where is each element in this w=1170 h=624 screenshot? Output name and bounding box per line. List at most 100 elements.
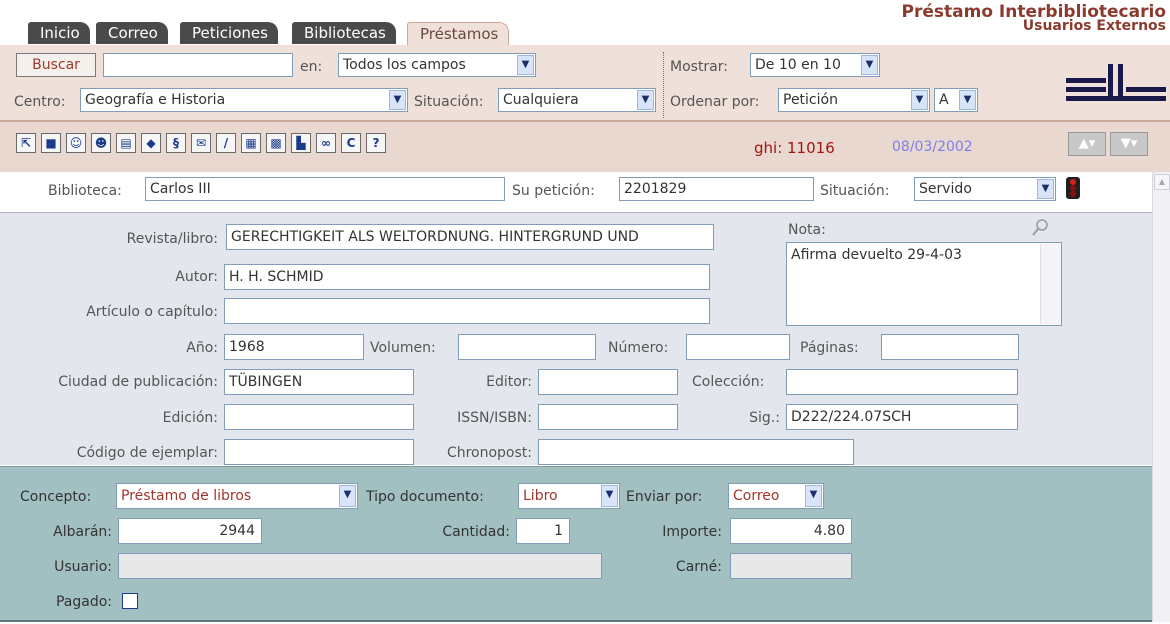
- sig-field[interactable]: D222/224.07SCH: [786, 404, 1018, 430]
- tab-peticiones[interactable]: Peticiones: [180, 22, 278, 44]
- request-field[interactable]: 2201829: [619, 177, 814, 201]
- scroll-icon[interactable]: §: [166, 133, 186, 153]
- send-by-value: Correo: [733, 488, 780, 504]
- paid-checkbox[interactable]: [122, 593, 138, 609]
- chronopost-label: Chronopost:: [446, 445, 532, 461]
- order-select[interactable]: Petición ▼: [778, 88, 930, 112]
- tab-prestamos[interactable]: Préstamos: [407, 22, 510, 45]
- magnifier-icon[interactable]: [1030, 218, 1050, 238]
- amount-field[interactable]: 4.80: [730, 518, 852, 544]
- chevron-down-icon[interactable]: ▼: [1037, 179, 1054, 199]
- scroll-up-icon[interactable]: ▲: [1154, 174, 1170, 190]
- calendar-icon[interactable]: ▩: [266, 133, 286, 153]
- status-filter-value: Cualquiera: [503, 92, 579, 108]
- concept-value: Préstamo de libros: [121, 488, 252, 504]
- chevron-down-icon[interactable]: ▼: [601, 485, 618, 507]
- page-scrollbar[interactable]: [1152, 172, 1170, 622]
- mail-icon[interactable]: ✉: [191, 133, 211, 153]
- delivery-field[interactable]: 2944: [118, 518, 262, 544]
- help-icon[interactable]: ?: [366, 133, 386, 153]
- tab-correo[interactable]: Correo: [96, 22, 168, 44]
- search-users-icon[interactable]: ☺: [66, 133, 86, 153]
- issn-label: ISSN/ISBN:: [457, 410, 532, 426]
- send-by-select[interactable]: Correo ▼: [728, 483, 824, 509]
- print-icon[interactable]: ▤: [116, 133, 136, 153]
- author-field[interactable]: H. H. SCHMID: [224, 264, 710, 290]
- center-select[interactable]: Geografía e Historia ▼: [80, 88, 408, 112]
- previous-record-button[interactable]: ▲▾: [1068, 132, 1106, 156]
- edition-field[interactable]: [224, 404, 414, 430]
- tab-inicio[interactable]: Inicio: [28, 22, 90, 44]
- chevron-down-icon[interactable]: ▼: [517, 55, 534, 75]
- library-field[interactable]: Carlos III: [145, 177, 505, 201]
- edition-label: Edición:: [162, 410, 218, 426]
- note-field[interactable]: Afirma devuelto 29-4-03: [786, 242, 1062, 326]
- tag-icon[interactable]: ◆: [141, 133, 161, 153]
- number-field[interactable]: [686, 334, 790, 360]
- order-label: Ordenar por:: [670, 94, 760, 110]
- order-direction-value: A: [939, 92, 949, 108]
- copy-code-field[interactable]: [224, 439, 414, 465]
- journal-field[interactable]: GERECHTIGKEIT ALS WELTORDNUNG. HINTERGRU…: [226, 224, 714, 250]
- search-input[interactable]: [103, 53, 293, 77]
- chevron-down-icon[interactable]: ▼: [959, 90, 976, 110]
- tab-bibliotecas[interactable]: Bibliotecas: [292, 22, 396, 44]
- collection-label: Colección:: [692, 374, 765, 390]
- library-label: Biblioteca:: [48, 183, 122, 199]
- order-value: Petición: [783, 92, 838, 108]
- article-field[interactable]: [224, 298, 710, 324]
- status-filter-select[interactable]: Cualquiera ▼: [498, 88, 656, 112]
- issn-field[interactable]: [538, 404, 678, 430]
- next-record-button[interactable]: ▼▾: [1110, 132, 1148, 156]
- city-label: Ciudad de publicación:: [58, 374, 218, 390]
- record-id: ghi: 11016: [754, 139, 835, 157]
- collection-field[interactable]: [786, 369, 1018, 395]
- order-direction-select[interactable]: A ▼: [934, 88, 978, 112]
- note-scrollbar[interactable]: [1040, 244, 1061, 324]
- chevron-down-icon[interactable]: ▼: [339, 485, 356, 507]
- logo-icon: [1066, 64, 1166, 108]
- quantity-field[interactable]: 1: [516, 518, 570, 544]
- card-label: Carné:: [675, 559, 722, 575]
- delivery-label: Albarán:: [53, 524, 112, 540]
- traffic-light-icon[interactable]: [1062, 176, 1084, 200]
- chevron-down-icon[interactable]: ▼: [911, 90, 928, 110]
- book-icon[interactable]: ▙: [291, 133, 311, 153]
- folder-up-icon[interactable]: ⇱: [16, 133, 36, 153]
- author-label: Autor:: [175, 269, 218, 285]
- chronopost-field[interactable]: [538, 439, 854, 465]
- show-select[interactable]: De 10 en 10 ▼: [750, 53, 880, 77]
- chevron-down-icon[interactable]: ▼: [805, 485, 822, 507]
- search-in-label: en:: [300, 59, 323, 75]
- note-text: Afirma devuelto 29-4-03: [791, 247, 962, 263]
- user-label: Usuario:: [54, 559, 112, 575]
- concept-select[interactable]: Préstamo de libros ▼: [116, 483, 358, 509]
- city-field[interactable]: TÜBINGEN: [224, 369, 414, 395]
- chevron-down-icon[interactable]: ▼: [637, 90, 654, 110]
- volume-field[interactable]: [458, 334, 596, 360]
- doctype-select[interactable]: Libro ▼: [518, 483, 620, 509]
- center-value: Geografía e Historia: [85, 92, 226, 108]
- binoculars-icon[interactable]: ∞: [316, 133, 336, 153]
- card-field[interactable]: [730, 553, 852, 579]
- status-select[interactable]: Servido ▼: [914, 177, 1056, 201]
- note-label: Nota:: [788, 222, 826, 238]
- search-button[interactable]: Buscar: [16, 53, 96, 77]
- return-icon[interactable]: C: [341, 133, 361, 153]
- save-icon[interactable]: ■: [41, 133, 61, 153]
- journal-label: Revista/libro:: [126, 231, 218, 247]
- document-icon[interactable]: ▦: [241, 133, 261, 153]
- amount-label: Importe:: [662, 524, 722, 540]
- pen-icon[interactable]: /: [216, 133, 236, 153]
- year-field[interactable]: 1968: [224, 334, 364, 360]
- chevron-down-icon[interactable]: ▼: [389, 90, 406, 110]
- chevron-down-icon[interactable]: ▼: [861, 55, 878, 75]
- user-field[interactable]: [118, 553, 602, 579]
- pages-label: Páginas:: [800, 340, 859, 356]
- search-field-select[interactable]: Todos los campos ▼: [338, 53, 536, 77]
- copy-code-label: Código de ejemplar:: [76, 445, 218, 461]
- pages-field[interactable]: [881, 334, 1019, 360]
- volume-label: Volumen:: [370, 340, 436, 356]
- users-icon[interactable]: ☻: [91, 133, 111, 153]
- publisher-field[interactable]: [538, 369, 678, 395]
